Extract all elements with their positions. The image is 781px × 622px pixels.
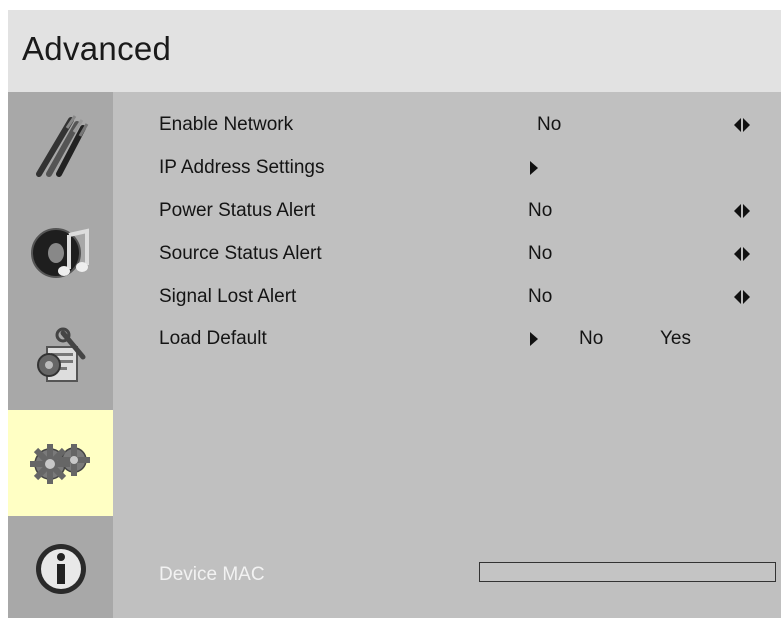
sidebar <box>8 92 113 618</box>
signal-lost-alert-value[interactable]: No <box>528 286 552 308</box>
signal-lost-alert-select-icon[interactable] <box>734 290 750 304</box>
enable-network-value[interactable]: No <box>537 114 561 136</box>
page-title: Advanced <box>22 30 172 67</box>
sidebar-item-cables[interactable] <box>8 92 113 198</box>
device-mac-label: Device MAC <box>159 564 265 585</box>
source-status-alert-select-icon[interactable] <box>734 247 750 261</box>
source-status-alert-label[interactable]: Source Status Alert <box>159 243 322 265</box>
ip-address-settings-arrow-icon[interactable] <box>530 161 538 175</box>
sidebar-item-settings[interactable] <box>8 304 113 410</box>
enable-network-label[interactable]: Enable Network <box>159 114 293 136</box>
info-icon <box>35 544 86 594</box>
sidebar-item-audio[interactable] <box>8 198 113 304</box>
gears-icon <box>29 444 90 484</box>
osd-window: Advanced Enable Network No IP Address Se… <box>8 10 781 618</box>
audio-icon <box>30 228 89 278</box>
power-status-alert-select-icon[interactable] <box>734 204 750 218</box>
sidebar-item-advanced[interactable] <box>8 410 113 516</box>
device-mac-field <box>479 562 776 582</box>
load-default-no-option[interactable]: No <box>579 328 603 350</box>
load-default-yes-option[interactable]: Yes <box>660 328 691 350</box>
signal-lost-alert-label[interactable]: Signal Lost Alert <box>159 286 296 308</box>
load-default-label[interactable]: Load Default <box>159 328 267 350</box>
enable-network-select-icon[interactable] <box>734 118 750 132</box>
source-status-alert-value[interactable]: No <box>528 243 552 265</box>
title-bar: Advanced <box>8 10 781 92</box>
cables-icon <box>35 115 88 177</box>
load-default-arrow-icon[interactable] <box>530 332 538 346</box>
settings-tools-icon <box>36 327 85 382</box>
power-status-alert-value[interactable]: No <box>528 200 552 222</box>
ip-address-settings-label[interactable]: IP Address Settings <box>159 157 324 179</box>
sidebar-item-info[interactable] <box>8 516 113 622</box>
power-status-alert-label[interactable]: Power Status Alert <box>159 200 315 222</box>
